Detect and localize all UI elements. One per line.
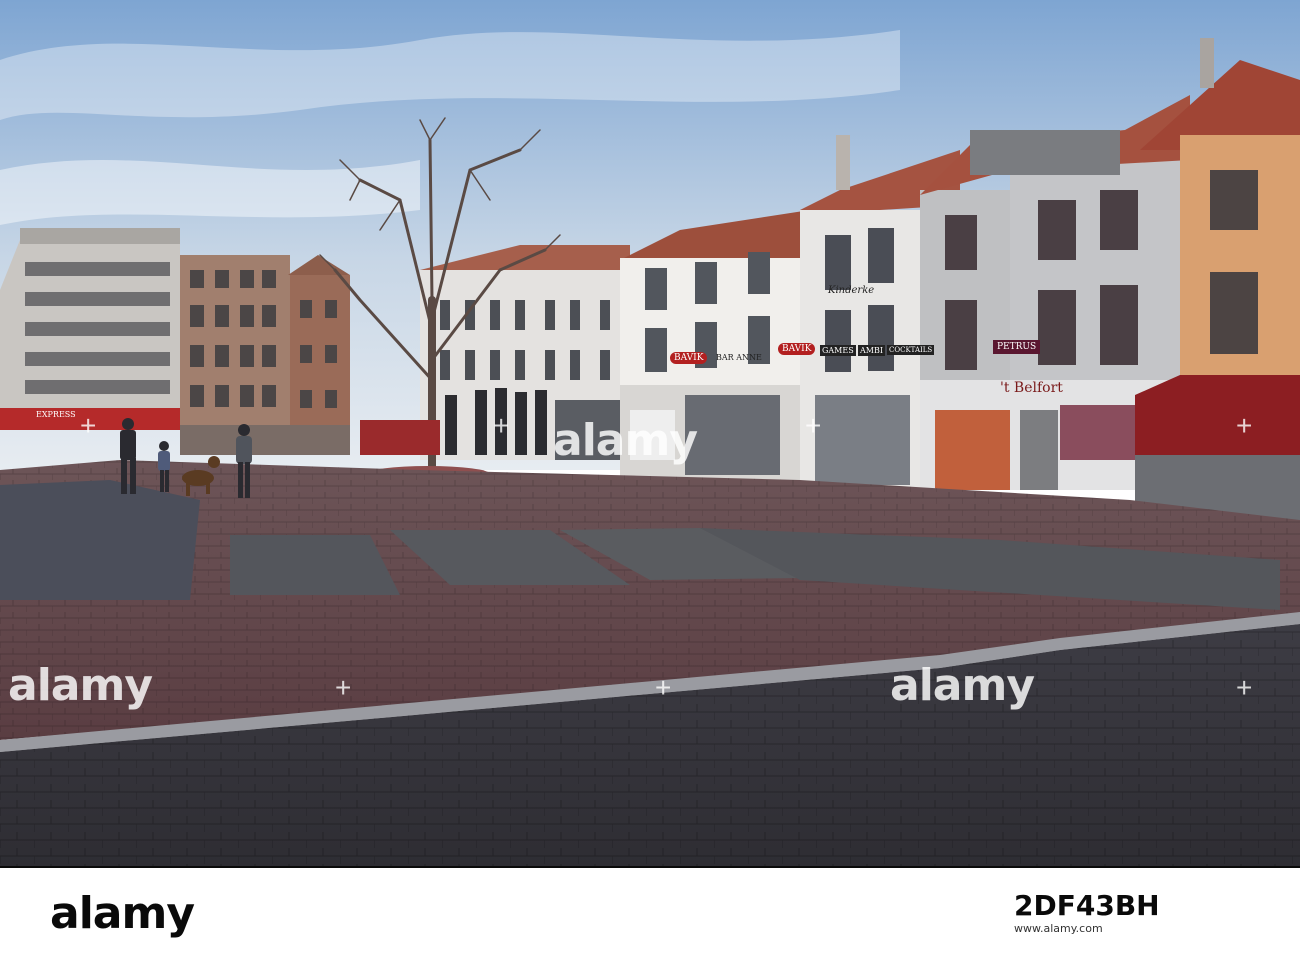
footer-logo: alamy — [50, 888, 195, 939]
sign-bar-anne: BAR ANNE — [716, 353, 762, 362]
watermark-cross: + — [1236, 672, 1253, 703]
building-brick-row — [180, 255, 350, 455]
footer-image-id: 2DF43BH — [1014, 889, 1160, 922]
sign-games: GAMES — [820, 345, 856, 356]
cloud — [0, 160, 420, 225]
sign-ambi: AMBI — [858, 345, 886, 356]
watermark-middle: alamy — [890, 660, 1035, 711]
sign-cocktails: COCKTAILS — [887, 345, 935, 355]
watermark-cross: + — [805, 410, 822, 441]
sign-kinderke: Kinderke — [828, 285, 875, 296]
grey-paving-patch — [230, 535, 400, 595]
watermark-left: alamy — [8, 660, 153, 711]
watermark-cross: + — [1236, 410, 1253, 441]
sign-bavik-right: BAVIK — [778, 343, 816, 355]
photo: BAVIK BAVIK BAR ANNE GAMES AMBI COCKTAIL… — [0, 0, 1300, 866]
watermark-cross: + — [493, 410, 510, 441]
watermark-cross: + — [655, 672, 672, 703]
watermark-cross: + — [80, 410, 97, 441]
grey-paving-left — [0, 480, 200, 600]
red-tent — [360, 420, 440, 455]
footer-caption: www.alamy.com — [1014, 922, 1103, 935]
footer-divider — [0, 866, 1300, 868]
awning-red — [1135, 375, 1300, 523]
sign-belfort: 't Belfort — [1000, 380, 1063, 396]
sign-express: EXPRESS — [36, 410, 76, 419]
building-left-apartments — [0, 228, 180, 430]
stock-footer: alamy 2DF43BH www.alamy.com — [0, 866, 1300, 955]
sign-bavik-left: BAVIK — [670, 352, 708, 364]
watermark-center: alamy — [553, 415, 698, 466]
sign-petrus: PETRUS — [993, 340, 1041, 354]
watermark-cross: + — [335, 672, 352, 703]
